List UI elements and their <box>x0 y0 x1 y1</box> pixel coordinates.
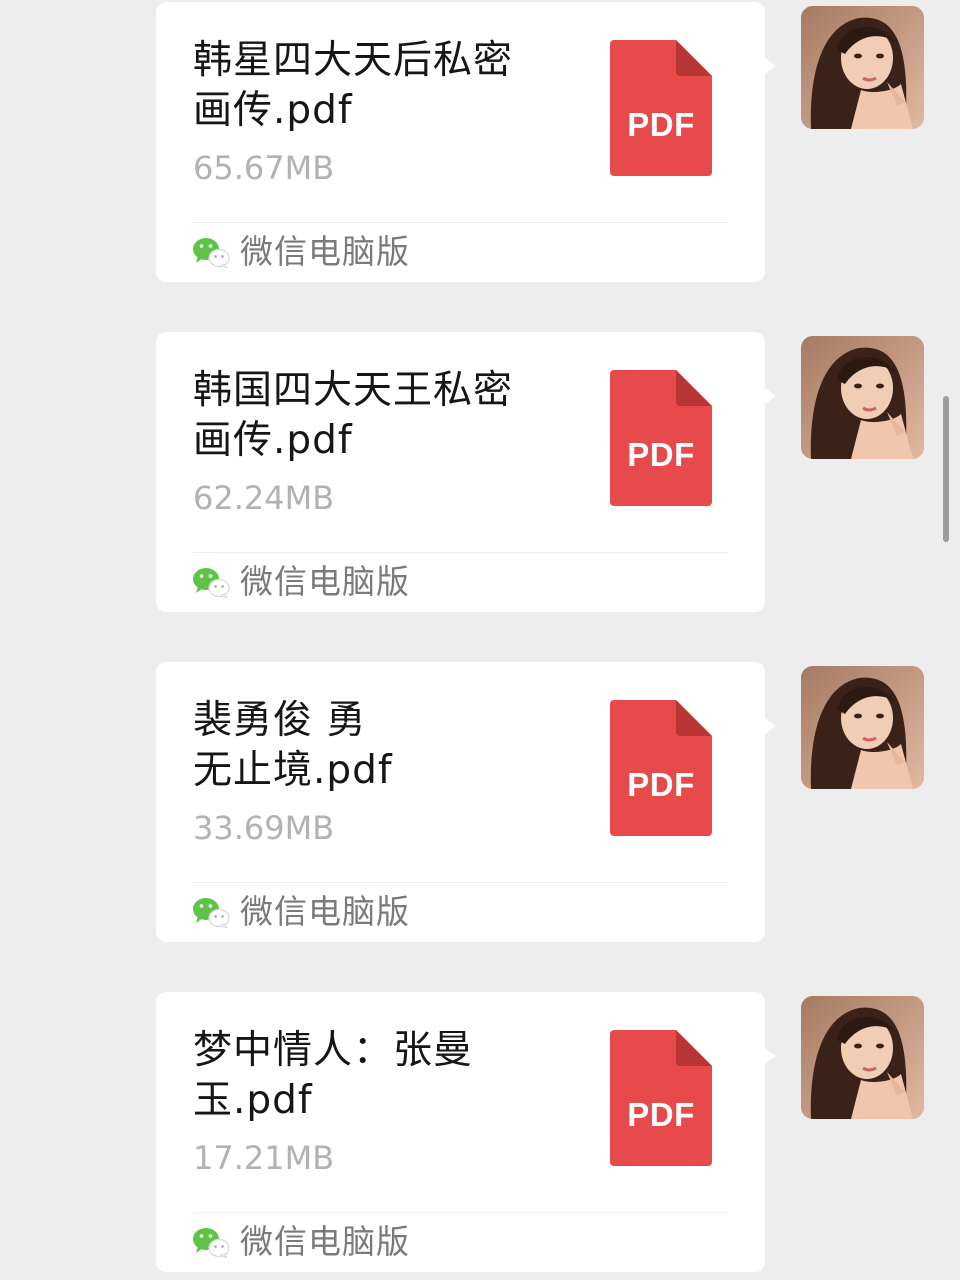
user-avatar[interactable] <box>801 336 924 459</box>
wechat-icon <box>192 566 230 600</box>
user-avatar[interactable] <box>801 6 924 129</box>
file-name: 韩星四大天后私密 画传.pdf <box>193 36 543 136</box>
wechat-icon <box>192 236 230 270</box>
bubble-tail <box>762 716 776 736</box>
file-name: 裴勇俊 勇 无止境.pdf <box>193 696 543 796</box>
pdf-file-icon: PDF <box>610 370 712 506</box>
file-type-label: PDF <box>627 1096 695 1133</box>
divider <box>193 1212 728 1213</box>
source-label: 微信电脑版 <box>240 232 410 271</box>
file-name-line: 画传.pdf <box>193 88 353 133</box>
file-name-line: 无止境.pdf <box>193 748 393 793</box>
source-label: 微信电脑版 <box>240 1222 410 1261</box>
file-name-line: 画传.pdf <box>193 418 353 463</box>
bubble-tail <box>762 1046 776 1066</box>
pdf-file-icon: PDF <box>610 1030 712 1166</box>
file-name-line: 玉.pdf <box>193 1078 313 1123</box>
wechat-icon <box>192 896 230 930</box>
file-message: 韩国四大天王私密 画传.pdf 62.24MB PDF 微信电脑版 <box>0 332 960 612</box>
chat-message-list[interactable]: 韩星四大天后私密 画传.pdf 65.67MB PDF 微信电脑版 韩国四大天王… <box>0 0 960 1280</box>
file-message: 韩星四大天后私密 画传.pdf 65.67MB PDF 微信电脑版 <box>0 2 960 282</box>
source-label: 微信电脑版 <box>240 562 410 601</box>
file-name-line: 裴勇俊 勇 <box>193 698 367 743</box>
bubble-tail <box>762 386 776 406</box>
file-type-label: PDF <box>627 436 695 473</box>
file-message: 裴勇俊 勇 无止境.pdf 33.69MB PDF 微信电脑版 <box>0 662 960 942</box>
pdf-file-icon: PDF <box>610 40 712 176</box>
file-name-line: 梦中情人：张曼 <box>193 1028 474 1073</box>
file-name: 韩国四大天王私密 画传.pdf <box>193 366 543 466</box>
divider <box>193 222 728 223</box>
file-type-label: PDF <box>627 106 695 143</box>
file-card[interactable]: 梦中情人：张曼 玉.pdf 17.21MB PDF 微信电脑版 <box>156 992 765 1272</box>
file-type-label: PDF <box>627 766 695 803</box>
file-card[interactable]: 裴勇俊 勇 无止境.pdf 33.69MB PDF 微信电脑版 <box>156 662 765 942</box>
file-name-line: 韩国四大天王私密 <box>193 368 514 413</box>
scrollbar-thumb[interactable] <box>943 396 949 542</box>
file-size: 17.21MB <box>193 1139 335 1177</box>
file-size: 65.67MB <box>193 149 335 187</box>
file-size: 62.24MB <box>193 479 335 517</box>
file-size: 33.69MB <box>193 809 335 847</box>
source-label: 微信电脑版 <box>240 892 410 931</box>
bubble-tail <box>762 56 776 76</box>
divider <box>193 552 728 553</box>
file-message: 梦中情人：张曼 玉.pdf 17.21MB PDF 微信电脑版 <box>0 992 960 1272</box>
user-avatar[interactable] <box>801 666 924 789</box>
user-avatar[interactable] <box>801 996 924 1119</box>
file-card[interactable]: 韩国四大天王私密 画传.pdf 62.24MB PDF 微信电脑版 <box>156 332 765 612</box>
file-card[interactable]: 韩星四大天后私密 画传.pdf 65.67MB PDF 微信电脑版 <box>156 2 765 282</box>
pdf-file-icon: PDF <box>610 700 712 836</box>
wechat-icon <box>192 1226 230 1260</box>
divider <box>193 882 728 883</box>
file-name-line: 韩星四大天后私密 <box>193 38 514 83</box>
file-name: 梦中情人：张曼 玉.pdf <box>193 1026 543 1126</box>
